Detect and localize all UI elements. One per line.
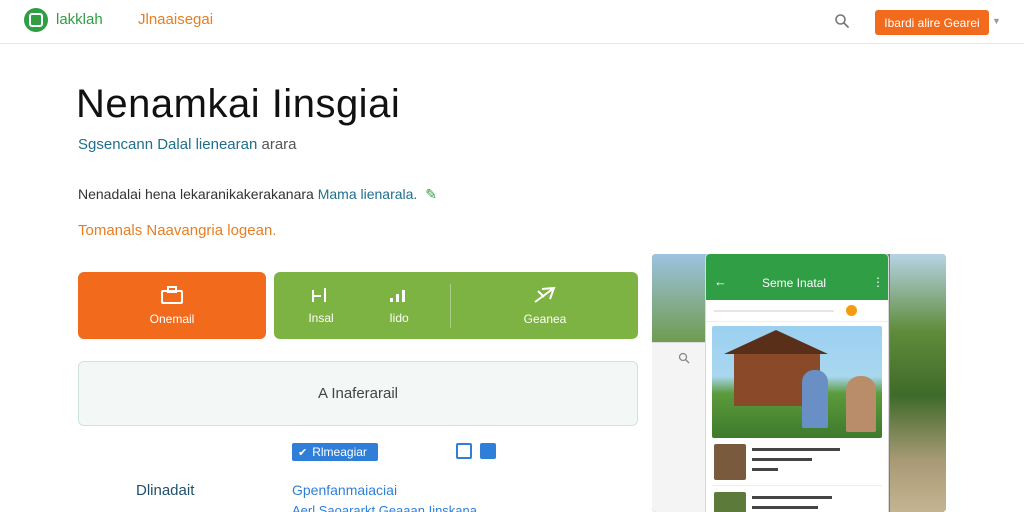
section-link[interactable]: Gpenfanmaiaciai xyxy=(292,482,397,498)
avatar[interactable] xyxy=(846,305,857,316)
briefcase-icon xyxy=(161,286,183,304)
person-figure xyxy=(846,376,876,432)
page-title: Nenamkai Iinsgiai xyxy=(76,82,401,126)
list-item[interactable] xyxy=(712,438,882,486)
action-card-group: Insal Iido Geanea xyxy=(274,272,638,339)
chip-label: Rlmeagiar xyxy=(312,445,367,459)
subtitle-part-1: Sgsencann Dalal xyxy=(78,136,192,153)
description-highlight[interactable]: Mama lienarala. xyxy=(318,186,418,202)
more-vertical-icon[interactable]: ⋮ xyxy=(872,275,884,289)
top-header: lakklah Jlnaaisegai Ibardi alire Gearei … xyxy=(0,0,1024,44)
person-figure xyxy=(802,370,828,428)
list-thumbnail xyxy=(714,492,746,512)
background-photo-right xyxy=(890,254,946,512)
action-label: Iido xyxy=(389,311,409,325)
action-label: Insal xyxy=(308,311,334,325)
app-title: Seme Inatal xyxy=(762,276,827,290)
action-item-geanea[interactable]: Geanea xyxy=(474,272,616,339)
phone-mockup: ← Seme Inatal ⋮ xyxy=(706,254,888,512)
send-icon xyxy=(534,286,556,303)
sparkle-icon: ✎ xyxy=(425,186,437,202)
signal-icon xyxy=(390,290,405,302)
post-image[interactable] xyxy=(712,326,882,438)
subtitle-part-2: lienearan xyxy=(195,136,258,153)
subtitle-part-3: arara xyxy=(261,136,297,153)
description-text: Nenadalai hena lekaranikakerakanara xyxy=(78,186,314,202)
status-bar xyxy=(706,254,888,266)
app-bar: ← Seme Inatal ⋮ xyxy=(706,266,888,300)
edit-icon[interactable] xyxy=(456,443,472,459)
tagline: Tomanals Naavangria logean. xyxy=(78,222,277,239)
roof-shape xyxy=(724,330,828,354)
list-text-placeholder xyxy=(752,458,812,461)
logo-icon[interactable] xyxy=(24,8,48,32)
list-text-placeholder xyxy=(752,506,818,509)
search-icon[interactable] xyxy=(834,13,850,29)
page-subtitle: Sgsencann Dalal lienearan arara xyxy=(78,136,297,153)
brand-name[interactable]: lakklah xyxy=(56,11,103,28)
action-item-onemail[interactable]: Onemail xyxy=(78,272,266,339)
post-header-placeholder xyxy=(714,310,834,312)
chart-icon xyxy=(312,288,326,302)
description: Nenadalai hena lekaranikakerakanara Mama… xyxy=(78,186,437,203)
action-card-onemail[interactable]: Onemail xyxy=(78,272,266,339)
document-icon[interactable] xyxy=(480,443,496,459)
background-panel xyxy=(652,342,708,512)
checkbox-chip[interactable]: ✔ Rlmeagiar xyxy=(292,443,378,461)
post-header xyxy=(706,300,888,322)
divider xyxy=(450,284,451,328)
action-label: Onemail xyxy=(149,312,195,326)
text-input-area[interactable]: A Inaferarail xyxy=(78,361,638,426)
section-link-secondary[interactable]: Aerl Saoararkt Geaaan Iinskana xyxy=(292,503,477,512)
nav-link[interactable]: Jlnaaisegai xyxy=(138,11,213,28)
back-arrow-icon[interactable]: ← xyxy=(714,274,727,289)
chevron-down-icon[interactable]: ▼ xyxy=(992,16,1001,26)
action-item-iido[interactable]: Iido xyxy=(352,272,446,339)
app-preview: ← Seme Inatal ⋮ xyxy=(652,254,946,512)
check-icon: ✔ xyxy=(298,446,308,459)
list-title-placeholder xyxy=(752,496,832,499)
list-item[interactable] xyxy=(712,486,882,512)
list-title-placeholder xyxy=(752,448,840,451)
cta-button[interactable]: Ibardi alire Gearei xyxy=(875,10,989,35)
list-thumbnail xyxy=(714,444,746,480)
action-label: Geanea xyxy=(523,312,567,326)
search-icon xyxy=(678,352,690,364)
list-text-placeholder xyxy=(752,468,778,471)
section-label: Dlinadait xyxy=(136,482,195,499)
